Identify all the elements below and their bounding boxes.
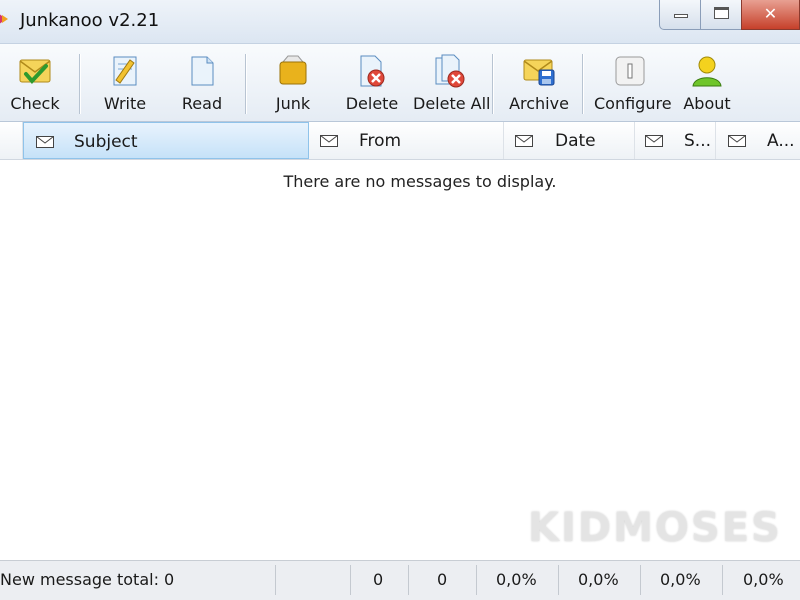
window-title: Junkanoo v2.21 xyxy=(20,10,160,31)
configure-label: Configure xyxy=(594,94,672,113)
delete-all-button[interactable]: Delete All xyxy=(413,50,491,118)
status-percent-4: 0,0% xyxy=(723,565,800,595)
envelope-icon xyxy=(645,135,663,147)
envelope-icon xyxy=(320,135,338,147)
status-total-text: New message total: 0 xyxy=(0,570,175,589)
app-logo-icon xyxy=(0,14,8,24)
check-button[interactable]: Check xyxy=(2,50,68,118)
read-button[interactable]: Read xyxy=(170,50,234,118)
message-list-header: Subject From Date S... A... xyxy=(0,122,800,160)
about-icon xyxy=(692,56,722,87)
junk-button[interactable]: Junk xyxy=(262,50,324,118)
toolbar-separator xyxy=(582,54,584,114)
toolbar-separator xyxy=(492,54,494,114)
column-from-label: From xyxy=(359,131,402,151)
envelope-icon xyxy=(36,136,54,148)
column-from[interactable]: From xyxy=(310,122,504,159)
read-icon xyxy=(191,56,214,86)
column-attachment-label: A... xyxy=(767,131,795,151)
envelope-icon xyxy=(515,135,533,147)
column-size[interactable]: S... xyxy=(635,122,716,159)
close-icon: ✕ xyxy=(763,4,778,23)
archive-label: Archive xyxy=(509,94,569,113)
message-list[interactable] xyxy=(0,160,800,560)
column-attachment[interactable]: A... xyxy=(716,122,800,159)
maximize-icon xyxy=(714,7,729,19)
status-percent-3-text: 0,0% xyxy=(660,570,701,589)
column-spacer xyxy=(0,122,23,159)
maximize-button[interactable] xyxy=(700,0,742,30)
minimize-icon xyxy=(674,14,688,18)
column-subject-label: Subject xyxy=(74,132,138,152)
title-bar: Junkanoo v2.21 ✕ xyxy=(0,0,800,44)
status-count-2: 0 xyxy=(409,565,477,595)
toolbar-separator xyxy=(79,54,81,114)
delete-all-icon xyxy=(435,54,465,88)
about-label: About xyxy=(683,94,731,113)
status-percent-1: 0,0% xyxy=(477,565,559,595)
column-size-label: S... xyxy=(684,131,712,151)
delete-all-label: Delete All xyxy=(413,94,491,113)
empty-list-message: There are no messages to display. xyxy=(283,172,557,191)
envelope-icon xyxy=(728,135,746,147)
close-button[interactable]: ✕ xyxy=(741,0,800,30)
status-empty-segment xyxy=(276,565,351,595)
delete-label: Delete xyxy=(345,94,399,113)
status-percent-3: 0,0% xyxy=(641,565,723,595)
delete-button[interactable]: Delete xyxy=(340,50,404,118)
toolbar-separator xyxy=(245,54,247,114)
about-button[interactable]: About xyxy=(676,50,738,118)
status-percent-2: 0,0% xyxy=(559,565,641,595)
write-button[interactable]: Write xyxy=(94,50,156,118)
status-count-1-text: 0 xyxy=(373,570,384,589)
status-bar: New message total: 0 0 0 0,0% 0,0% 0,0% … xyxy=(0,560,800,600)
status-percent-1-text: 0,0% xyxy=(496,570,537,589)
archive-button[interactable]: Archive xyxy=(506,50,572,118)
configure-button[interactable]: Configure xyxy=(594,50,672,118)
junk-label: Junk xyxy=(275,94,311,113)
check-mail-icon xyxy=(19,59,51,84)
read-label: Read xyxy=(181,94,223,113)
write-icon xyxy=(113,56,137,86)
write-label: Write xyxy=(103,94,147,113)
archive-icon xyxy=(523,59,555,86)
watermark: KIDMOSES xyxy=(528,505,782,551)
status-total: New message total: 0 xyxy=(0,565,276,595)
column-subject[interactable]: Subject xyxy=(23,122,309,159)
status-percent-4-text: 0,0% xyxy=(743,570,784,589)
configure-icon xyxy=(615,56,645,86)
column-date-label: Date xyxy=(555,131,596,151)
column-date[interactable]: Date xyxy=(504,122,635,159)
toolbar: Check Write Read Junk Delete Delete All … xyxy=(0,44,800,122)
delete-icon xyxy=(360,55,385,87)
junk-icon xyxy=(279,55,307,85)
status-count-2-text: 0 xyxy=(437,570,448,589)
minimize-button[interactable] xyxy=(659,0,701,30)
check-label: Check xyxy=(10,94,60,113)
status-count-1: 0 xyxy=(351,565,409,595)
status-percent-2-text: 0,0% xyxy=(578,570,619,589)
